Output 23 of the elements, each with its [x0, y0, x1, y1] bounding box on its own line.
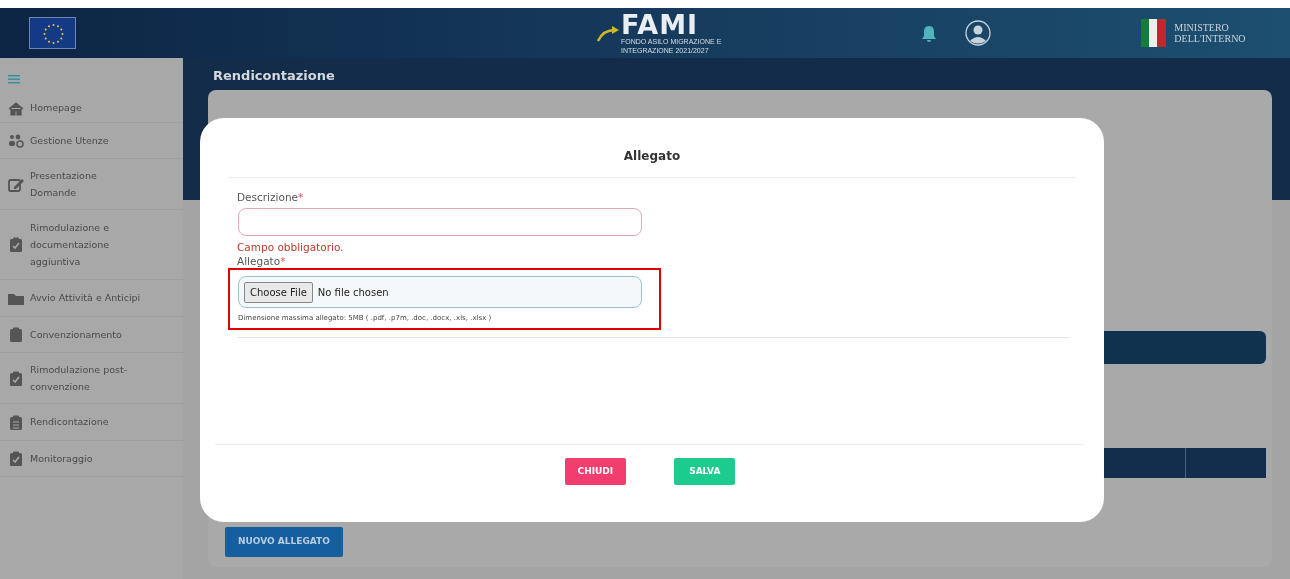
sidebar-label[interactable]: Rendicontazione	[30, 413, 109, 431]
sidebar-label[interactable]: Avvio Attività e Anticipi	[30, 289, 141, 307]
save-button[interactable]: SALVA	[674, 458, 736, 485]
ministry-name: DELL'INTERNO	[1174, 33, 1246, 45]
file-field[interactable]: Choose File No file chosen	[238, 276, 642, 308]
sidebar-label[interactable]: Rimodulazione e documentazione aggiuntiva	[30, 219, 120, 270]
sidebar-label[interactable]: Convenzionamento	[30, 325, 122, 343]
ministry-name: MINISTERO	[1174, 21, 1230, 33]
page-title: Rendicontazione	[213, 67, 336, 85]
logo-title: FAMI	[621, 11, 699, 39]
modal-title: Allegato	[228, 118, 1076, 178]
field-label: Allegato*	[237, 254, 287, 268]
sidebar-label[interactable]: Homepage	[30, 99, 82, 117]
close-button[interactable]: CHIUDI	[564, 458, 627, 485]
file-status: No file chosen	[317, 285, 389, 300]
error-text: Campo obbligatorio.	[237, 241, 345, 254]
sidebar-label[interactable]: Presentazione Domande	[30, 167, 130, 201]
choose-file-button[interactable]: Choose File	[244, 281, 313, 303]
new-attachment-button[interactable]: NUOVO ALLEGATO	[225, 527, 343, 557]
sidebar-label[interactable]: Rimodulazione post-convenzione	[30, 361, 130, 395]
sidebar-label[interactable]: Monitoraggio	[30, 449, 93, 467]
sidebar-label[interactable]: Gestione Utenze	[30, 131, 109, 149]
field-label: Descrizione*	[237, 190, 305, 204]
